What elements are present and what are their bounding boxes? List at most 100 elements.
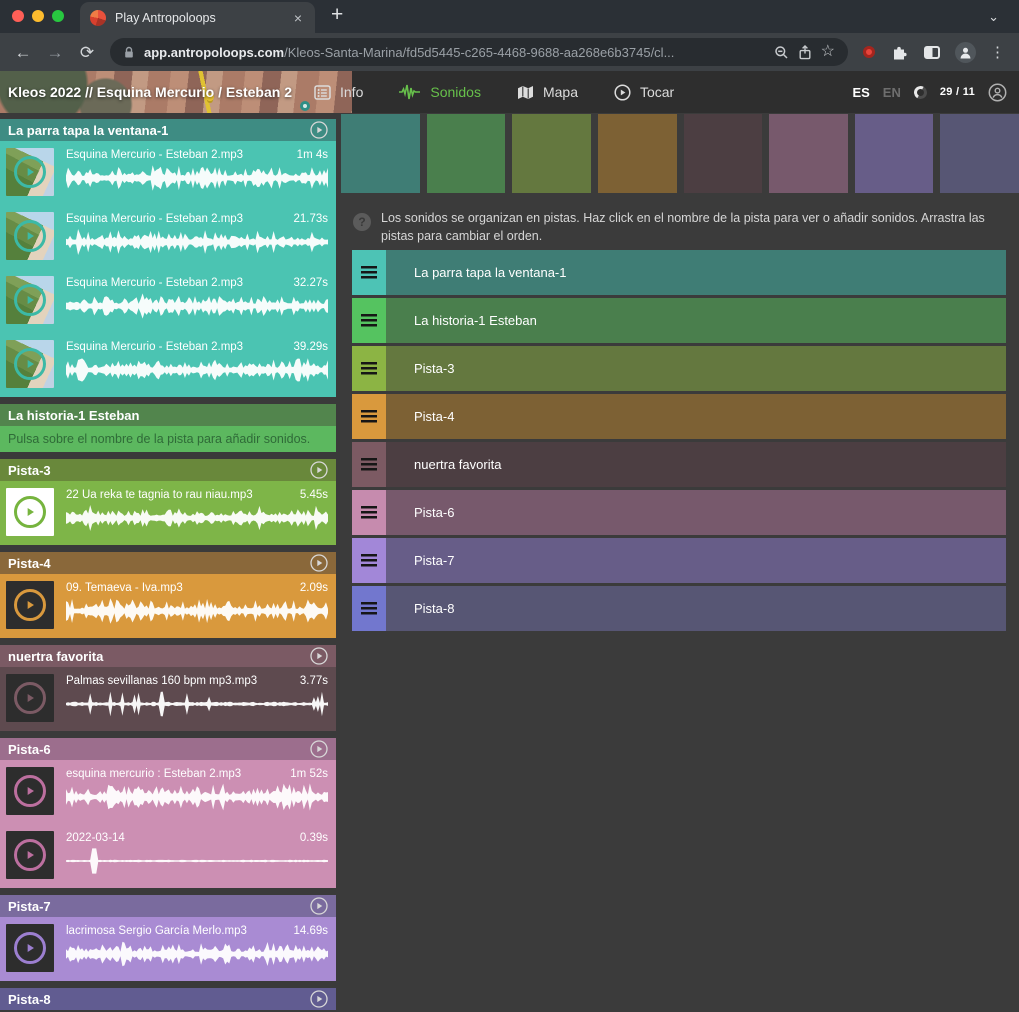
track-header[interactable]: La historia-1 Esteban <box>0 404 336 426</box>
clip-meta: Esquina Mercurio - Esteban 2.mp321.73s <box>66 212 328 225</box>
reload-button[interactable]: ⟳ <box>72 44 102 61</box>
track-drag-handle[interactable] <box>352 490 386 535</box>
tab-tocar[interactable]: Tocar <box>614 84 674 101</box>
track-play-button[interactable] <box>310 740 328 758</box>
track-row[interactable]: La historia-1 Esteban <box>352 298 1006 343</box>
account-icon[interactable] <box>988 83 1007 102</box>
main-panel: ? Los sonidos se organizan en pistas. Ha… <box>340 113 1019 1012</box>
loading-spinner-icon <box>912 84 928 100</box>
clip-play-button[interactable] <box>6 212 54 260</box>
track-header-label: nuertra favorita <box>8 649 310 664</box>
track-drag-handle[interactable] <box>352 442 386 487</box>
zoom-out-icon[interactable] <box>774 45 789 60</box>
track-row-bar[interactable]: Pista-3 <box>386 346 1006 391</box>
tab-mapa-label: Mapa <box>543 84 578 100</box>
track-row-label: Pista-8 <box>414 601 454 616</box>
clip-play-button[interactable] <box>6 767 54 815</box>
tab-search-chevron-icon[interactable]: ⌄ <box>988 9 1019 33</box>
track-row[interactable]: Pista-6 <box>352 490 1006 535</box>
track-row[interactable]: Pista-3 <box>352 346 1006 391</box>
clip-meta: Esquina Mercurio - Esteban 2.mp332.27s <box>66 276 328 289</box>
map-marker-icon <box>300 101 310 111</box>
clip-play-button[interactable] <box>6 276 54 324</box>
clip-play-button[interactable] <box>6 924 54 972</box>
track-row-bar[interactable]: Pista-4 <box>386 394 1006 439</box>
track-play-button[interactable] <box>310 897 328 915</box>
clip-play-button[interactable] <box>6 488 54 536</box>
track-drag-handle[interactable] <box>352 250 386 295</box>
track-row-bar[interactable]: Pista-6 <box>386 490 1006 535</box>
close-window-button[interactable] <box>12 10 24 22</box>
track-header[interactable]: Pista-8 <box>0 988 336 1010</box>
side-panel-icon[interactable] <box>924 46 940 59</box>
track-row[interactable]: nuertra favorita <box>352 442 1006 487</box>
track-play-button[interactable] <box>310 121 328 139</box>
track-drag-handle[interactable] <box>352 346 386 391</box>
forward-button[interactable]: → <box>40 44 70 61</box>
clip-body: Esquina Mercurio - Esteban 2.mp332.27s <box>54 276 328 333</box>
track-play-button[interactable] <box>310 647 328 665</box>
clip-body: lacrimosa Sergio García Merlo.mp314.69s <box>54 924 328 981</box>
track-row[interactable]: La parra tapa la ventana-1 <box>352 250 1006 295</box>
tab-info[interactable]: Info <box>314 84 363 101</box>
track-play-button[interactable] <box>310 554 328 572</box>
clip-filename: Esquina Mercurio - Esteban 2.mp3 <box>66 341 243 353</box>
track-row[interactable]: Pista-4 <box>352 394 1006 439</box>
tab-sonidos[interactable]: Sonidos <box>399 84 481 101</box>
track-header[interactable]: Pista-4 <box>0 552 336 574</box>
track-row-bar[interactable]: La parra tapa la ventana-1 <box>386 250 1006 295</box>
track-play-button[interactable] <box>310 990 328 1008</box>
track-drag-handle[interactable] <box>352 538 386 583</box>
url-bar[interactable]: app.antropoloops.com/Kleos-Santa-Marina/… <box>110 38 848 66</box>
track-row[interactable]: Pista-7 <box>352 538 1006 583</box>
share-icon[interactable] <box>798 45 812 60</box>
track-header[interactable]: Pista-6 <box>0 738 336 760</box>
clip-meta: Esquina Mercurio - Esteban 2.mp339.29s <box>66 340 328 353</box>
clip-body: 2022-03-140.39s <box>54 831 328 888</box>
track-header[interactable]: Pista-3 <box>0 459 336 481</box>
track-row-bar[interactable]: Pista-7 <box>386 538 1006 583</box>
clip-meta: 09. Temaeva - Iva.mp32.09s <box>66 581 328 594</box>
tab-mapa[interactable]: Mapa <box>517 84 578 101</box>
track-drag-handle[interactable] <box>352 394 386 439</box>
track-row-label: Pista-3 <box>414 361 454 376</box>
track-header[interactable]: nuertra favorita <box>0 645 336 667</box>
clip-waveform <box>66 596 328 626</box>
bookmark-star-icon[interactable]: ☆ <box>821 44 835 60</box>
recording-indicator-icon[interactable] <box>863 46 875 58</box>
url-text[interactable]: app.antropoloops.com/Kleos-Santa-Marina/… <box>144 45 765 60</box>
track-header[interactable]: La parra tapa la ventana-1 <box>0 119 336 141</box>
clip-play-button[interactable] <box>6 674 54 722</box>
clip-body: Esquina Mercurio - Esteban 2.mp339.29s <box>54 340 328 397</box>
track-drag-handle[interactable] <box>352 298 386 343</box>
sidebar-track-section: nuertra favoritaPalmas sevillanas 160 bp… <box>0 645 336 731</box>
tab-close-icon[interactable]: × <box>291 10 305 26</box>
track-play-button[interactable] <box>310 461 328 479</box>
track-drag-handle[interactable] <box>352 586 386 631</box>
clip-play-button[interactable] <box>6 148 54 196</box>
track-row-bar[interactable]: nuertra favorita <box>386 442 1006 487</box>
track-color-column <box>855 114 934 193</box>
new-tab-button[interactable]: + <box>315 3 343 33</box>
clip-play-button[interactable] <box>6 581 54 629</box>
language-en-button[interactable]: EN <box>883 85 901 100</box>
track-row-bar[interactable]: Pista-8 <box>386 586 1006 631</box>
profile-avatar[interactable] <box>955 42 976 63</box>
clip-play-button[interactable] <box>6 340 54 388</box>
browser-menu-icon[interactable]: ⋮ <box>984 43 1011 61</box>
extensions-puzzle-icon[interactable] <box>884 44 915 61</box>
tab-tocar-label: Tocar <box>640 84 674 100</box>
clip-play-ring-icon <box>14 589 46 621</box>
track-header[interactable]: Pista-7 <box>0 895 336 917</box>
load-counter: 29 / 11 <box>940 86 975 98</box>
back-button[interactable]: ← <box>8 44 38 61</box>
track-row-bar[interactable]: La historia-1 Esteban <box>386 298 1006 343</box>
track-row[interactable]: Pista-8 <box>352 586 1006 631</box>
clip-body: Esquina Mercurio - Esteban 2.mp31m 4s <box>54 148 328 205</box>
maximize-window-button[interactable] <box>52 10 64 22</box>
clip-body: 22 Ua reka te tagnia to rau niau.mp35.45… <box>54 488 328 545</box>
language-es-button[interactable]: ES <box>852 85 869 100</box>
minimize-window-button[interactable] <box>32 10 44 22</box>
browser-tab[interactable]: Play Antropoloops × <box>80 2 315 33</box>
clip-play-button[interactable] <box>6 831 54 879</box>
